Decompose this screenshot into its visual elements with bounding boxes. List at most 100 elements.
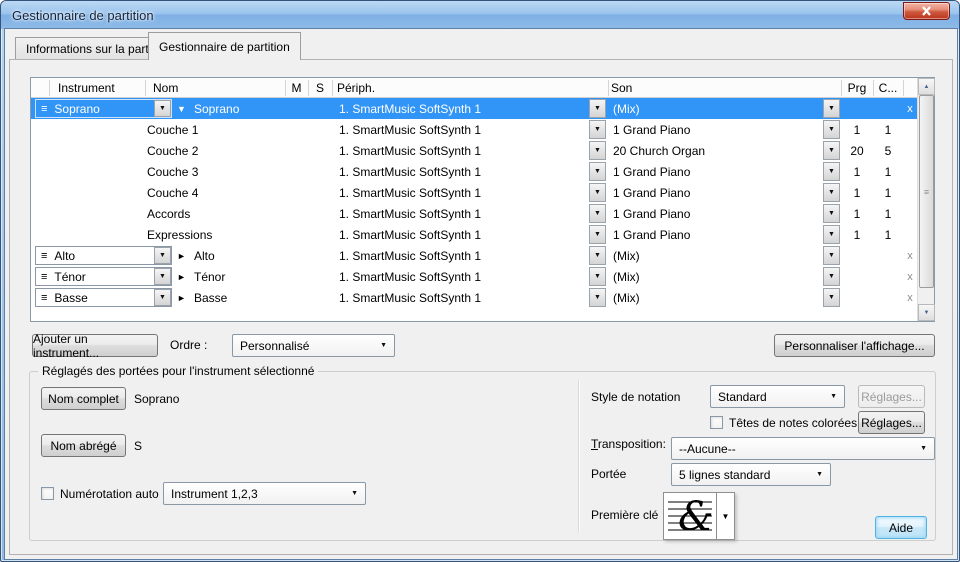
row-prg: 1 <box>841 119 873 140</box>
header-nom[interactable]: Nom <box>153 78 178 97</box>
chevron-down-icon[interactable]: ▼ <box>823 183 840 202</box>
chevron-down-icon[interactable]: ▼ <box>823 288 840 307</box>
header-mute[interactable]: M <box>285 78 308 97</box>
remove-icon[interactable]: x <box>903 98 917 119</box>
table-row-couche4[interactable]: Couche 4 1. SmartMusic SoftSynth 1 ▼ 1 G… <box>31 182 917 203</box>
first-clef-button[interactable]: & ▼ <box>663 492 735 540</box>
chevron-down-icon[interactable]: ▼ <box>589 225 606 244</box>
chevron-down-icon: ▼ <box>830 393 837 400</box>
table-header: Instrument Nom M S Périph. Son Prg C... <box>31 78 917 98</box>
header-chan[interactable]: C... <box>873 78 903 97</box>
button-label: Nom abrégé <box>50 439 116 453</box>
vertical-scrollbar[interactable]: ▲ ≡ ▼ <box>917 78 934 321</box>
chevron-down-icon[interactable]: ▼ <box>589 267 606 286</box>
chevron-down-icon[interactable]: ▼ <box>154 247 171 264</box>
header-instrument[interactable]: Instrument <box>58 78 115 97</box>
chevron-down-icon[interactable]: ▼ <box>154 289 171 306</box>
add-instrument-button[interactable]: Ajouter un instrument... <box>32 334 158 357</box>
chevron-down-icon[interactable]: ▼ <box>823 204 840 223</box>
chevron-down-icon[interactable]: ▼ <box>589 162 606 181</box>
table-row-basse[interactable]: ≡Basse ▼ ► Basse 1. SmartMusic SoftSynth… <box>31 287 917 308</box>
titlebar[interactable]: Gestionnaire de partition <box>1 1 959 29</box>
transposition-combobox[interactable]: --Aucune-- ▼ <box>671 437 935 460</box>
full-name-value: Soprano <box>134 388 179 410</box>
chevron-down-icon[interactable]: ▼ <box>823 141 840 160</box>
row-nom: Accords <box>147 203 190 224</box>
row-periph: 1. SmartMusic SoftSynth 1 <box>339 161 481 182</box>
scroll-down-icon[interactable]: ▼ <box>918 304 935 321</box>
chevron-down-icon[interactable]: ▼ <box>154 268 171 285</box>
chevron-down-icon[interactable]: ▼ <box>589 288 606 307</box>
instrument-combobox[interactable]: ≡Basse ▼ <box>35 288 172 307</box>
row-son: 1 Grand Piano <box>613 119 690 140</box>
scroll-up-icon[interactable]: ▲ <box>918 78 935 95</box>
instrument-combobox[interactable]: ≡Soprano ▼ <box>35 99 172 118</box>
abbreviated-name-button[interactable]: Nom abrégé <box>41 434 126 457</box>
combo-value: --Aucune-- <box>679 442 736 456</box>
collapse-icon[interactable]: ▼ <box>177 98 186 119</box>
remove-icon[interactable]: x <box>903 287 917 308</box>
button-label: Réglages... <box>861 416 922 430</box>
table-row-expressions[interactable]: Expressions 1. SmartMusic SoftSynth 1 ▼ … <box>31 224 917 245</box>
group-title: Réglagés des portées pour l'instrument s… <box>38 364 318 378</box>
row-nom: Soprano <box>194 98 239 119</box>
table-row-alto[interactable]: ≡Alto ▼ ► Alto 1. SmartMusic SoftSynth 1… <box>31 245 917 266</box>
window-title: Gestionnaire de partition <box>12 8 154 23</box>
header-prg[interactable]: Prg <box>841 78 873 97</box>
table-row-couche1[interactable]: Couche 1 1. SmartMusic SoftSynth 1 ▼ 1 G… <box>31 119 917 140</box>
header-solo[interactable]: S <box>308 78 332 97</box>
full-name-button[interactable]: Nom complet <box>41 387 126 410</box>
colored-noteheads-checkbox[interactable] <box>710 416 723 429</box>
chevron-down-icon[interactable]: ▼ <box>589 246 606 265</box>
notation-style-combobox[interactable]: Standard ▼ <box>710 385 845 408</box>
chevron-down-icon[interactable]: ▼ <box>154 100 171 117</box>
combo-value: Personnalisé <box>240 339 309 353</box>
chevron-down-icon[interactable]: ▼ <box>589 141 606 160</box>
table-row-accords[interactable]: Accords 1. SmartMusic SoftSynth 1 ▼ 1 Gr… <box>31 203 917 224</box>
order-combobox[interactable]: Personnalisé ▼ <box>232 334 395 357</box>
table-row-soprano[interactable]: ≡Soprano ▼ ▼ Soprano 1. SmartMusic SoftS… <box>31 98 917 119</box>
row-nom: Couche 1 <box>147 119 198 140</box>
noteheads-settings-button[interactable]: Réglages... <box>858 411 925 434</box>
tab-gestionnaire-partition[interactable]: Gestionnaire de partition <box>148 32 301 60</box>
scrollbar-thumb[interactable]: ≡ <box>919 95 934 288</box>
chevron-down-icon[interactable]: ▼ <box>589 99 606 118</box>
row-prg: 1 <box>841 182 873 203</box>
header-son[interactable]: Son <box>611 78 632 97</box>
expand-icon[interactable]: ► <box>177 287 186 308</box>
chevron-down-icon[interactable]: ▼ <box>823 246 840 265</box>
chevron-down-icon[interactable]: ▼ <box>589 204 606 223</box>
instrument-combobox[interactable]: ≡Alto ▼ <box>35 246 172 265</box>
expand-icon[interactable]: ► <box>177 266 186 287</box>
instrument-value: Soprano <box>54 102 99 116</box>
table-row-tenor[interactable]: ≡Ténor ▼ ► Ténor 1. SmartMusic SoftSynth… <box>31 266 917 287</box>
first-clef-label: Première clé <box>591 504 658 526</box>
chevron-down-icon[interactable]: ▼ <box>823 162 840 181</box>
row-chan: 1 <box>873 203 903 224</box>
instrument-combobox[interactable]: ≡Ténor ▼ <box>35 267 172 286</box>
chevron-down-icon[interactable]: ▼ <box>823 267 840 286</box>
chevron-down-icon[interactable]: ▼ <box>717 493 734 539</box>
help-button[interactable]: Aide <box>875 516 927 539</box>
button-label: Ajouter un instrument... <box>33 332 157 360</box>
chevron-down-icon[interactable]: ▼ <box>589 183 606 202</box>
customize-display-button[interactable]: Personnaliser l'affichage... <box>774 334 935 357</box>
row-periph: 1. SmartMusic SoftSynth 1 <box>339 287 481 308</box>
expand-icon[interactable]: ► <box>177 245 186 266</box>
table-row-couche3[interactable]: Couche 3 1. SmartMusic SoftSynth 1 ▼ 1 G… <box>31 161 917 182</box>
close-button[interactable] <box>903 2 950 20</box>
row-prg: 1 <box>841 203 873 224</box>
svg-text:&: & <box>678 494 714 539</box>
chevron-down-icon[interactable]: ▼ <box>589 120 606 139</box>
auto-numbering-combobox[interactable]: Instrument 1,2,3 ▼ <box>163 482 366 505</box>
staff-type-combobox[interactable]: 5 lignes standard ▼ <box>671 463 831 486</box>
remove-icon[interactable]: x <box>903 266 917 287</box>
chevron-down-icon[interactable]: ▼ <box>823 120 840 139</box>
row-son: 20 Church Organ <box>613 140 705 161</box>
table-row-couche2[interactable]: Couche 2 1. SmartMusic SoftSynth 1 ▼ 20 … <box>31 140 917 161</box>
header-periph[interactable]: Périph. <box>337 78 375 97</box>
chevron-down-icon[interactable]: ▼ <box>823 225 840 244</box>
auto-numbering-checkbox[interactable] <box>41 487 54 500</box>
chevron-down-icon[interactable]: ▼ <box>823 99 840 118</box>
remove-icon[interactable]: x <box>903 245 917 266</box>
